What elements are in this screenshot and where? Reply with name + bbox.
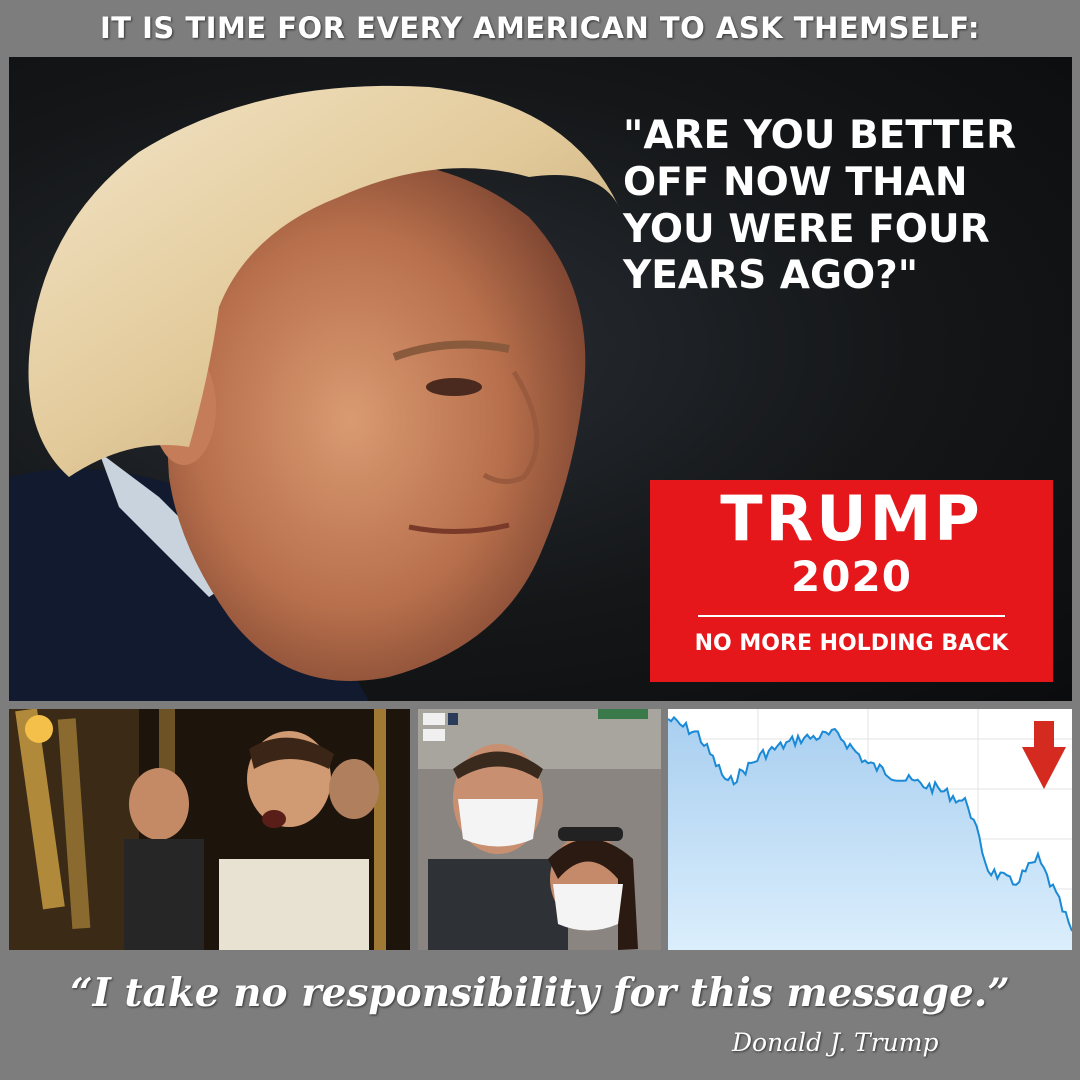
badge-line-2: 2020 [791, 552, 912, 601]
badge-slogan: NO MORE HOLDING BACK [694, 631, 1009, 656]
masked-couple-photo [418, 709, 661, 950]
footer-quote: “I take no responsibility for this messa… [70, 970, 1010, 1016]
torch-rally-photo [9, 709, 410, 950]
badge-line-1: TRUMP [720, 482, 983, 555]
declining-line-chart [668, 709, 1072, 950]
masked-couple-illustration [418, 709, 661, 950]
badge-divider [698, 615, 1005, 617]
top-heading: IT IS TIME FOR EVERY AMERICAN TO ASK THE… [99, 11, 981, 45]
campaign-badge: TRUMP 2020 NO MORE HOLDING BACK [650, 480, 1053, 682]
hero-panel: "ARE YOU BETTER OFF NOW THAN YOU WERE FO… [9, 57, 1072, 701]
hero-quote: "ARE YOU BETTER OFF NOW THAN YOU WERE FO… [623, 113, 1017, 299]
stock-chart-panel [668, 709, 1072, 950]
torch-rally-illustration [9, 709, 410, 950]
signature: Donald J. Trump [732, 1028, 939, 1057]
